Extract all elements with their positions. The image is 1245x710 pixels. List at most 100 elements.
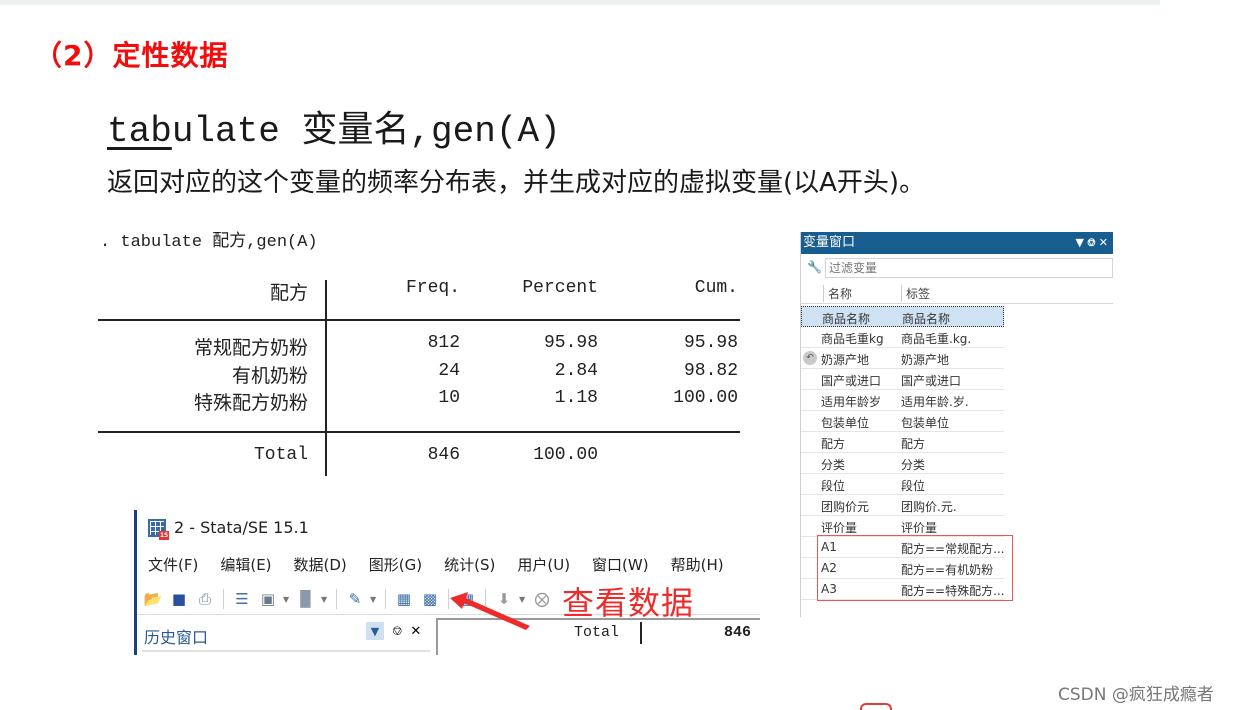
watermark: CSDN @疯狂成瘾者 xyxy=(1058,685,1214,705)
total-percent: 100.00 xyxy=(533,445,598,465)
viewer-icon[interactable]: ▣ xyxy=(257,588,279,610)
table-header-row: 配方 Freq. Percent Cum. xyxy=(98,278,740,306)
row-cum: 95.98 xyxy=(683,333,738,353)
pin-icon[interactable]: ⎊ xyxy=(392,624,402,639)
variable-row[interactable]: 团购价元 团购价.元. xyxy=(801,495,1004,516)
menu-user[interactable]: 用户(U) xyxy=(517,554,570,575)
annotation-arrow-icon xyxy=(450,592,530,630)
history-window-title: 历史窗口 xyxy=(144,628,209,647)
total-label: Total xyxy=(253,445,308,465)
variable-label: 商品名称 xyxy=(902,312,951,326)
results-vertical-rule xyxy=(640,622,642,644)
table-row: 有机奶粉 24 2.84 98.82 xyxy=(98,361,740,389)
table-row: 常规配方奶粉 812 95.98 95.98 xyxy=(98,333,740,361)
command-rest: ulate xyxy=(171,111,302,152)
window-title-bar: 15 2 - Stata/SE 15.1 xyxy=(148,518,309,540)
header-variable: 配方 xyxy=(269,282,308,304)
dummy-variables-highlight xyxy=(817,535,1013,601)
close-icon[interactable]: ✕ xyxy=(410,624,421,639)
row-label: 特殊配方奶粉 xyxy=(193,392,308,414)
open-icon[interactable]: 📂 xyxy=(142,588,164,610)
filter-icon[interactable]: ▼ xyxy=(1076,236,1087,249)
variable-column-header: 名称 标签 xyxy=(801,282,1113,304)
stata-command-line: . tabulate 配方,gen(A) xyxy=(100,226,318,252)
column-label-header[interactable]: 标签 xyxy=(901,285,930,302)
row-freq: 812 xyxy=(427,333,460,353)
data-browser-icon[interactable]: ▩ xyxy=(419,588,441,610)
variable-row[interactable]: 国产或进口 国产或进口 xyxy=(801,369,1004,390)
window-border xyxy=(134,510,137,655)
table-row: 特殊配方奶粉 10 1.18 100.00 xyxy=(98,388,740,416)
undo-icon[interactable]: ↶ xyxy=(803,351,817,365)
variable-row[interactable]: 评价量 评价量 xyxy=(801,516,1004,537)
variable-name: 适用年龄岁 xyxy=(821,395,882,409)
history-pane xyxy=(142,650,430,655)
variable-row[interactable]: 配方 配方 xyxy=(801,432,1004,453)
row-cum: 98.82 xyxy=(683,361,738,381)
save-icon[interactable]: ■ xyxy=(168,588,190,610)
viewer-dropdown-icon[interactable]: ▼ xyxy=(283,595,291,604)
command-description: 返回对应的这个变量的频率分布表，并生成对应的虚拟变量(以A开头)。 xyxy=(107,168,926,198)
command-varname: 变量名 xyxy=(301,109,410,150)
stata-app-icon: 15 xyxy=(148,518,169,540)
column-name-header[interactable]: 名称 xyxy=(823,285,852,302)
menu-window[interactable]: 窗口(W) xyxy=(592,554,649,575)
variable-window-header: 变量窗口 ▼⎊✕ xyxy=(801,232,1113,254)
wrench-icon[interactable]: 🔧 xyxy=(807,260,822,274)
row-percent: 2.84 xyxy=(554,361,598,381)
graph-icon[interactable]: ▉ xyxy=(295,588,317,610)
toolbar-separator xyxy=(336,589,337,609)
table-total-rule xyxy=(98,431,740,433)
variable-name: 商品名称 xyxy=(822,312,871,326)
variable-label: 段位 xyxy=(901,479,926,493)
header-percent: Percent xyxy=(522,278,598,298)
pin-icon[interactable]: ⎊ xyxy=(1087,236,1099,249)
variable-label: 国产或进口 xyxy=(901,374,962,388)
variable-label: 配方 xyxy=(901,437,926,451)
variable-label: 包装单位 xyxy=(901,416,950,430)
menu-file[interactable]: 文件(F) xyxy=(148,554,198,575)
command-abbrev: tab xyxy=(107,111,172,152)
menu-edit[interactable]: 编辑(E) xyxy=(220,554,271,575)
variable-label: 适用年龄.岁. xyxy=(901,395,969,409)
variable-name: 配方 xyxy=(821,437,846,451)
variable-name: 评价量 xyxy=(821,521,858,535)
log-icon[interactable]: ☰ xyxy=(231,588,253,610)
variable-label: 评价量 xyxy=(901,521,938,535)
variable-name: 包装单位 xyxy=(821,416,870,430)
variable-row[interactable]: 商品名称 商品名称 xyxy=(801,306,1004,327)
header-cum: Cum. xyxy=(694,278,738,298)
row-cum: 100.00 xyxy=(673,388,738,408)
do-file-editor-icon[interactable]: ✎ xyxy=(344,588,366,610)
total-freq: 846 xyxy=(427,445,460,465)
variable-label: 商品毛重.kg. xyxy=(901,332,972,346)
menu-statistics[interactable]: 统计(S) xyxy=(444,554,495,575)
variable-name: 分类 xyxy=(821,458,846,472)
filter-icon[interactable]: ▼ xyxy=(366,622,384,640)
data-editor-icon[interactable]: ▦ xyxy=(393,588,415,610)
variable-row[interactable]: 包装单位 包装单位 xyxy=(801,411,1004,432)
variable-row[interactable]: 段位 段位 xyxy=(801,474,1004,495)
results-total-value: 846 xyxy=(724,624,752,641)
version-badge: 15 xyxy=(159,530,169,540)
table-total-row: Total 846 100.00 xyxy=(98,445,740,473)
filter-variables-input[interactable] xyxy=(825,258,1113,278)
print-icon[interactable]: ⎙ xyxy=(194,588,216,610)
window-title: 2 - Stata/SE 15.1 xyxy=(174,518,309,537)
command-option: ,gen(A) xyxy=(409,111,561,152)
variable-row[interactable]: ↶ 奶源产地 奶源产地 xyxy=(801,348,1004,369)
variable-row[interactable]: 适用年龄岁 适用年龄.岁. xyxy=(801,390,1004,411)
top-bar xyxy=(0,0,1160,5)
row-label: 有机奶粉 xyxy=(231,365,308,387)
header-freq: Freq. xyxy=(405,278,460,298)
variable-row[interactable]: 商品毛重kg 商品毛重.kg. xyxy=(801,327,1004,348)
do-file-dropdown-icon[interactable]: ▼ xyxy=(370,595,378,604)
variable-row[interactable]: 分类 分类 xyxy=(801,453,1004,474)
row-freq: 10 xyxy=(438,388,460,408)
bottom-decoration xyxy=(860,703,892,710)
menu-data[interactable]: 数据(D) xyxy=(294,554,347,575)
close-icon[interactable]: ✕ xyxy=(1099,236,1111,249)
menu-help[interactable]: 帮助(H) xyxy=(671,554,724,575)
graph-dropdown-icon[interactable]: ▼ xyxy=(321,595,329,604)
menu-graphics[interactable]: 图形(G) xyxy=(369,554,422,575)
